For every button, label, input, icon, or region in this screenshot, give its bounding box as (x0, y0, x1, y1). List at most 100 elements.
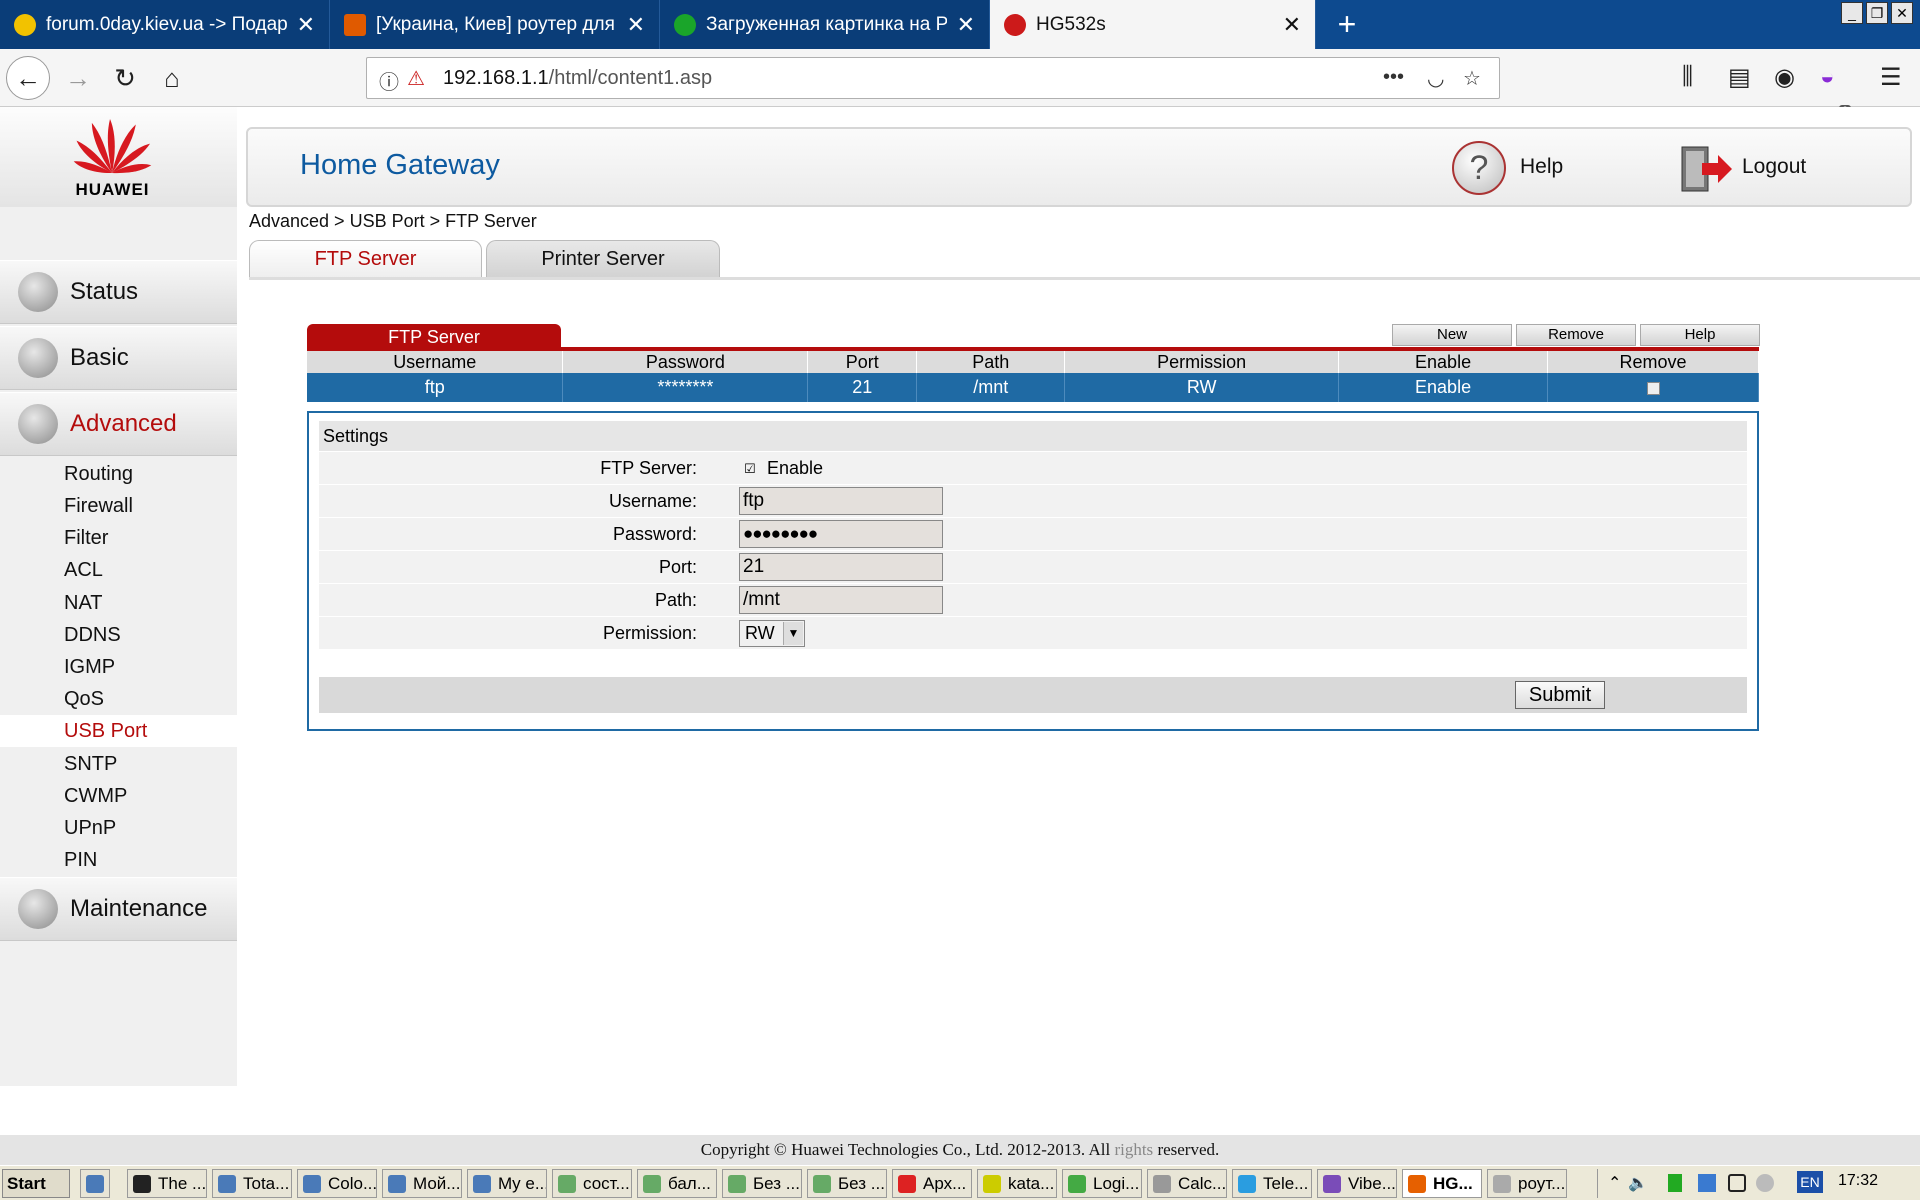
pocket-icon[interactable]: ◡ (1427, 66, 1444, 91)
taskbar-item[interactable]: kata... (977, 1169, 1057, 1198)
menu-maintenance[interactable]: Maintenance (0, 877, 237, 941)
sidebar-item-routing[interactable]: Routing (0, 458, 237, 490)
close-tab-icon[interactable]: ✕ (957, 12, 975, 38)
taskbar-item[interactable]: HG... (1402, 1169, 1482, 1198)
taskbar-item[interactable]: Logi... (1062, 1169, 1142, 1198)
taskbar-item[interactable]: Calc... (1147, 1169, 1227, 1198)
sidebar-item-qos[interactable]: QoS (0, 683, 237, 715)
taskbar-item[interactable]: Арх... (892, 1169, 972, 1198)
panel-help-button[interactable]: Help (1640, 324, 1760, 346)
menu-advanced[interactable]: Advanced (0, 392, 237, 456)
submit-button[interactable]: Submit (1515, 681, 1605, 709)
sidebar-item-usb-port[interactable]: USB Port (0, 715, 237, 747)
taskbar-item[interactable]: бал... (637, 1169, 717, 1198)
taskbar-item[interactable]: Tota... (212, 1169, 292, 1198)
sidebar-item-sntp[interactable]: SNTP (0, 748, 237, 780)
taskbar-item[interactable]: Без ... (807, 1169, 887, 1198)
sidebar-item-igmp[interactable]: IGMP (0, 651, 237, 683)
network-icon[interactable] (1698, 1174, 1716, 1192)
close-tab-icon[interactable]: ✕ (297, 12, 315, 38)
cell-enable: Enable (1338, 373, 1549, 402)
ftp-enable-checkbox[interactable]: ☑ (744, 461, 756, 477)
minimize-icon[interactable]: _ (1841, 2, 1863, 24)
sidebar-item-pin[interactable]: PIN (0, 844, 237, 876)
taskbar-item[interactable]: роут... (1487, 1169, 1567, 1198)
path-field[interactable]: /mnt (739, 586, 943, 614)
close-window-icon[interactable]: ✕ (1891, 2, 1913, 24)
logout-icon[interactable] (1678, 145, 1734, 193)
insecure-lock-icon[interactable]: ⚠ (407, 66, 425, 91)
tray-expand-icon[interactable]: ⌃ (1608, 1173, 1621, 1193)
copyright: Copyright © Huawei Technologies Co., Ltd… (0, 1135, 1920, 1165)
sidebar-item-cwmp[interactable]: CWMP (0, 780, 237, 812)
sidebar-item-acl[interactable]: ACL (0, 554, 237, 586)
page-actions-icon[interactable]: ••• (1383, 66, 1404, 89)
taskbar-item[interactable]: Без ... (722, 1169, 802, 1198)
menu-hamburger-icon[interactable]: ☰ (1880, 63, 1902, 92)
copyright-rights: rights (1114, 1140, 1154, 1159)
forward-icon[interactable]: → (58, 58, 98, 98)
start-button[interactable]: Start (2, 1169, 70, 1198)
sidebar-item-ddns[interactable]: DDNS (0, 619, 237, 651)
help-link[interactable]: Help (1520, 155, 1563, 179)
settings-heading: Settings (319, 421, 1747, 451)
volume-icon[interactable]: 🔈 (1628, 1173, 1648, 1193)
bookmark-star-icon[interactable]: ☆ (1463, 66, 1481, 91)
extension-icon[interactable]: ◒ (1820, 63, 1835, 91)
tray-app-icon[interactable] (1728, 1174, 1746, 1192)
col-port: Port (807, 351, 918, 373)
tab-ftp-server[interactable]: FTP Server (249, 240, 482, 278)
taskbar-item[interactable]: Vibe... (1317, 1169, 1397, 1198)
taskbar-item[interactable]: Colo... (297, 1169, 377, 1198)
restore-icon[interactable]: ❐ (1866, 2, 1888, 24)
menu-status[interactable]: Status (0, 260, 237, 324)
new-button[interactable]: New (1392, 324, 1512, 346)
sidebar-item-firewall[interactable]: Firewall (0, 490, 237, 522)
table-row[interactable]: ftp ******** 21 /mnt RW Enable (307, 373, 1759, 402)
app-icon (813, 1175, 831, 1193)
remove-checkbox[interactable] (1646, 381, 1660, 395)
help-icon[interactable]: ? (1452, 141, 1506, 195)
browser-tab-router[interactable]: [Украина, Киев] роутер для 3G ✕ (330, 0, 660, 49)
taskbar-item[interactable]: сост... (552, 1169, 632, 1198)
taskbar-item[interactable]: Мой... (382, 1169, 462, 1198)
logout-link[interactable]: Logout (1742, 155, 1806, 179)
info-icon[interactable]: ⓘ (379, 66, 399, 95)
browser-tab-forum[interactable]: forum.0day.kiev.ua -> Подарю ✕ (0, 0, 330, 49)
reload-icon[interactable]: ↻ (105, 58, 145, 98)
sidebar-item-nat[interactable]: NAT (0, 587, 237, 619)
back-icon[interactable]: ← (6, 56, 50, 100)
tab-printer-server[interactable]: Printer Server (486, 240, 720, 278)
tray-app-icon[interactable] (1756, 1174, 1774, 1192)
taskbar-item[interactable]: The ... (127, 1169, 207, 1198)
password-field[interactable]: ●●●●●●●● (739, 520, 943, 548)
port-field[interactable]: 21 (739, 553, 943, 581)
browser-tab-hg532s[interactable]: HG532s ✕ (990, 0, 1316, 49)
taskbar-item[interactable]: My e... (467, 1169, 547, 1198)
address-bar[interactable]: ⓘ ⚠ 192.168.1.1/html/content1.asp ••• ◡ … (366, 57, 1500, 99)
remove-button[interactable]: Remove (1516, 324, 1636, 346)
tray-app-icon[interactable] (1668, 1174, 1682, 1192)
sidebar-item-upnp[interactable]: UPnP (0, 812, 237, 844)
app-icon (1153, 1175, 1171, 1193)
quicklaunch-icon[interactable] (80, 1169, 110, 1198)
app-icon (218, 1175, 236, 1193)
new-tab-icon[interactable]: + (1322, 0, 1372, 49)
tab-title: [Украина, Киев] роутер для 3G (376, 13, 617, 35)
taskbar-item[interactable]: Tele... (1232, 1169, 1312, 1198)
home-icon[interactable]: ⌂ (152, 58, 192, 98)
permission-select[interactable]: RW ▼ (739, 620, 805, 647)
language-indicator[interactable]: EN (1797, 1171, 1823, 1193)
username-field[interactable]: ftp (739, 487, 943, 515)
account-icon[interactable]: ◉ (1774, 63, 1795, 92)
sidebar-item-filter[interactable]: Filter (0, 522, 237, 554)
username-label: Username: (608, 491, 697, 511)
close-tab-icon[interactable]: ✕ (627, 12, 645, 38)
col-remove: Remove (1547, 351, 1759, 373)
library-icon[interactable]: ⫼ (1682, 63, 1693, 91)
cell-path: /mnt (916, 373, 1066, 402)
browser-tab-picture[interactable]: Загруженная картинка на Picc ✕ (660, 0, 990, 49)
close-tab-icon[interactable]: ✕ (1283, 12, 1301, 38)
menu-basic[interactable]: Basic (0, 326, 237, 390)
sidebar-toggle-icon[interactable]: ▤ (1728, 63, 1751, 92)
